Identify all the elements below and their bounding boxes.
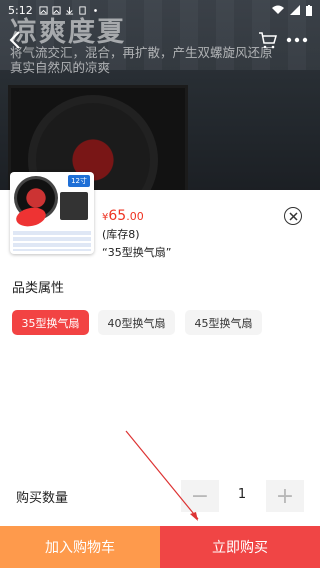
stock-count: (库存8): [102, 228, 140, 241]
wifi-icon: [272, 5, 284, 14]
close-button[interactable]: [284, 207, 302, 225]
close-icon: [288, 211, 298, 221]
variant-option-45[interactable]: 45型换气扇: [185, 310, 262, 335]
top-nav: [0, 24, 320, 58]
price-integer: 65: [108, 208, 127, 224]
cart-icon: [259, 32, 277, 49]
more-icon: [286, 37, 308, 43]
quantity-label: 购买数量: [16, 491, 69, 506]
thumbnail-box-graphic: [60, 192, 88, 220]
quantity-decrease-button[interactable]: −: [181, 480, 219, 512]
more-button[interactable]: [286, 30, 310, 52]
attribute-section-title: 品类属性: [12, 281, 65, 296]
download-icon: [65, 6, 73, 15]
document-icon: [79, 5, 86, 15]
status-system-icons: [272, 4, 312, 16]
status-time: 5:12: [8, 3, 33, 17]
quantity-increase-button[interactable]: +: [266, 480, 304, 512]
product-thumbnail[interactable]: 12寸: [10, 172, 94, 254]
add-to-cart-button[interactable]: 加入购物车: [0, 526, 160, 568]
price-decimal: .00: [126, 210, 144, 223]
battery-icon: [306, 4, 312, 16]
status-bar: 5:12: [0, 0, 320, 20]
variant-option-40[interactable]: 40型换气扇: [98, 310, 175, 335]
back-arrow-icon: [9, 31, 20, 49]
thumbnail-size-badge: 12寸: [68, 175, 90, 187]
variant-option-35[interactable]: 35型换气扇: [12, 310, 89, 335]
quantity-value[interactable]: 1: [230, 487, 254, 502]
image-notification-icon: [39, 5, 48, 15]
image-notification-icon: [52, 5, 61, 15]
selected-variant: “35型换气扇”: [102, 246, 172, 259]
cart-button[interactable]: [258, 30, 280, 52]
dot-icon: [93, 8, 97, 12]
thumbnail-spec-table: [13, 231, 91, 251]
buy-now-button[interactable]: 立即购买: [160, 526, 320, 568]
product-price: ¥65.00: [102, 208, 144, 224]
signal-icon: [290, 5, 300, 15]
back-button[interactable]: [8, 30, 30, 52]
status-notification-icons: [39, 5, 100, 15]
